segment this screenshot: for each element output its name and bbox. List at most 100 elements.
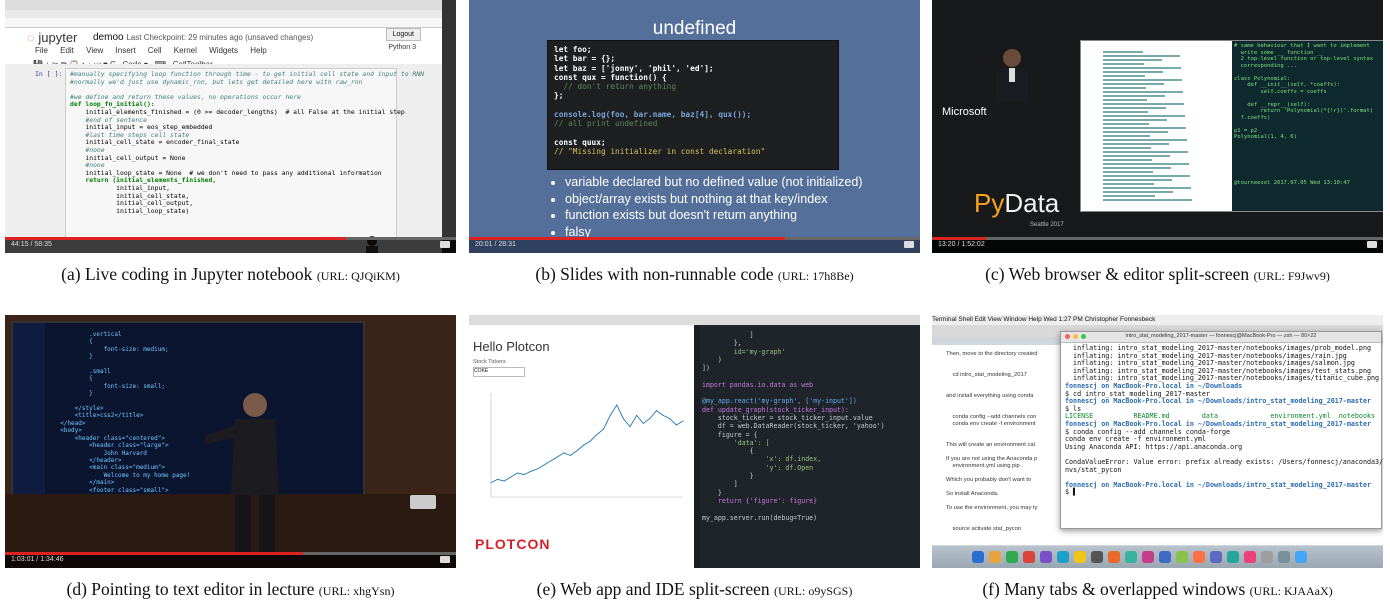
code-line: let foo;	[554, 45, 592, 54]
code-line: // all print undefined	[554, 119, 658, 129]
data-point	[642, 422, 644, 424]
terminal-line: $ ▌	[1065, 488, 1078, 497]
laptop-icon	[410, 495, 436, 509]
text-line	[1103, 79, 1182, 81]
caption-b: (b) Slides with non-runnable code (URL: …	[535, 264, 854, 284]
text-line	[1103, 143, 1169, 145]
cell-prompt: In [ ]:	[35, 70, 63, 78]
code-line: ]	[702, 331, 754, 339]
text-line	[1103, 71, 1163, 73]
data-point	[576, 450, 578, 452]
dock-app-icon	[1193, 551, 1205, 563]
cell-code: #manually specifying loop function throu…	[70, 70, 424, 215]
dock-app-icon	[1108, 551, 1120, 563]
text-line	[1103, 103, 1184, 105]
terminal-screenshot: Terminal Shell Edit View Window Help Wed…	[932, 315, 1383, 568]
panel-c: Microsoft PyData Seattle 2017 # same beh…	[932, 0, 1383, 287]
dock-app-icon	[1244, 551, 1256, 563]
code-line: initial_loop_state)	[70, 206, 190, 215]
code-line: stock_ticker = stock_ticker_input.value	[702, 413, 873, 422]
dock-app-icon	[1057, 551, 1069, 563]
pydata-logo: PyData	[974, 188, 1060, 218]
code-line: const qux = function() {	[554, 72, 667, 82]
text-line	[1103, 175, 1190, 177]
dock-app-icon	[1278, 551, 1290, 563]
dock-app-icon	[1023, 551, 1035, 563]
cc-icon	[440, 556, 450, 563]
figure-grid: ◌ jupyter demoo Last Checkpoint: 29 minu…	[0, 0, 1390, 600]
chart-axes	[490, 393, 683, 498]
data-point	[662, 414, 664, 416]
text-line	[1103, 139, 1187, 141]
code-line: ]	[702, 480, 738, 489]
pydata-screenshot: Microsoft PyData Seattle 2017 # same beh…	[932, 0, 1383, 253]
terminal-window: intro_stat_modeling_2017-master — fonnes…	[1060, 331, 1383, 529]
player-time: 1:03:01 / 1:34:46	[11, 556, 64, 563]
stock-label: Stock Tickers	[473, 359, 506, 365]
player-bar: 44:15 / 58:35	[5, 237, 456, 253]
editor-terminal: # same behaviour that I want to implemen…	[1232, 41, 1383, 211]
text-line	[1103, 87, 1146, 89]
dock-app-icon	[1176, 551, 1188, 563]
data-point	[616, 404, 618, 406]
text-line	[1103, 147, 1151, 149]
text-line	[1103, 119, 1167, 121]
panel-e: Hello Plotcon Stock Tickers COKE PLOTCON…	[469, 315, 920, 602]
dock-app-icon	[1227, 551, 1239, 563]
video-side-strip	[442, 0, 456, 253]
text-line	[1103, 123, 1149, 125]
app-title: Hello Plotcon	[473, 339, 550, 354]
panel-b: undefined let foo; let bar = {}; let baz…	[469, 0, 920, 287]
data-point	[675, 424, 677, 426]
player-bar: 1:03:01 / 1:34:46	[5, 552, 456, 568]
code-line: 'x': df.index,	[702, 455, 822, 464]
slide-code: let foo; let bar = {}; let baz = ['jonny…	[548, 41, 838, 161]
player-time: 13:20 / 1:52:02	[938, 241, 985, 248]
dock-app-icon	[1295, 551, 1307, 563]
progress-remaining	[784, 237, 920, 240]
text-line	[1103, 95, 1165, 97]
projected-screen: # same behaviour that I want to implemen…	[1080, 40, 1383, 212]
projected-editor: .vertical { font-size: medium; } .small …	[11, 321, 365, 531]
progress-remaining	[302, 552, 456, 555]
dock-app-icon	[1091, 551, 1103, 563]
terminal-output: inflating: intro_stat_modeling_2017-mast…	[1065, 344, 1383, 497]
data-point	[523, 474, 525, 476]
cc-icon	[440, 241, 450, 248]
code-line: def update_graph(stock_ticker_input):	[702, 405, 849, 414]
text-line	[1103, 167, 1171, 169]
player-bar: 20:01 / 28:31	[469, 237, 920, 253]
text-line	[1103, 55, 1180, 57]
code-line: };	[554, 91, 564, 101]
jupyter-logo: ◌ jupyter	[27, 30, 78, 45]
data-point	[543, 464, 545, 466]
terminal-line: fonnescj on MacBook-Pro.local in ~/Downl…	[1065, 397, 1371, 406]
slide-bullet: function exists but doesn't return anyth…	[565, 207, 895, 224]
code-line: @my_app.react('my-graph', ['my-input'])	[702, 397, 857, 406]
text-line	[1103, 63, 1144, 65]
browser-text-lines	[1103, 49, 1203, 209]
data-point	[503, 480, 505, 482]
data-point	[497, 478, 499, 480]
ide-gutter	[694, 325, 700, 568]
notebook-body: In [ ]: #manually specifying loop functi…	[5, 64, 456, 253]
text-line	[1103, 107, 1166, 109]
dock-app-icon	[989, 551, 1001, 563]
text-line	[1103, 159, 1152, 161]
code-line: return {'figure': figure}	[702, 496, 818, 505]
player-bar: 13:20 / 1:52:02	[932, 237, 1383, 253]
terminal-titlebar: intro_stat_modeling_2017-master — fonnes…	[1061, 332, 1381, 343]
slide-title: undefined	[652, 18, 737, 39]
data-point	[589, 440, 591, 442]
caption-c: (c) Web browser & editor split-screen (U…	[985, 264, 1330, 284]
microsoft-logo: Microsoft	[942, 106, 987, 118]
dock-app-icon	[1261, 551, 1273, 563]
mac-menubar: Terminal Shell Edit View Window Help Wed…	[932, 315, 1383, 325]
text-line	[1103, 155, 1170, 157]
code-cell: #manually specifying loop function throu…	[65, 68, 424, 240]
series-line	[490, 404, 684, 484]
data-point	[596, 434, 598, 436]
data-point	[510, 476, 512, 478]
panel-d: .vertical { font-size: medium; } .small …	[5, 315, 456, 602]
browser-chrome	[5, 0, 456, 10]
